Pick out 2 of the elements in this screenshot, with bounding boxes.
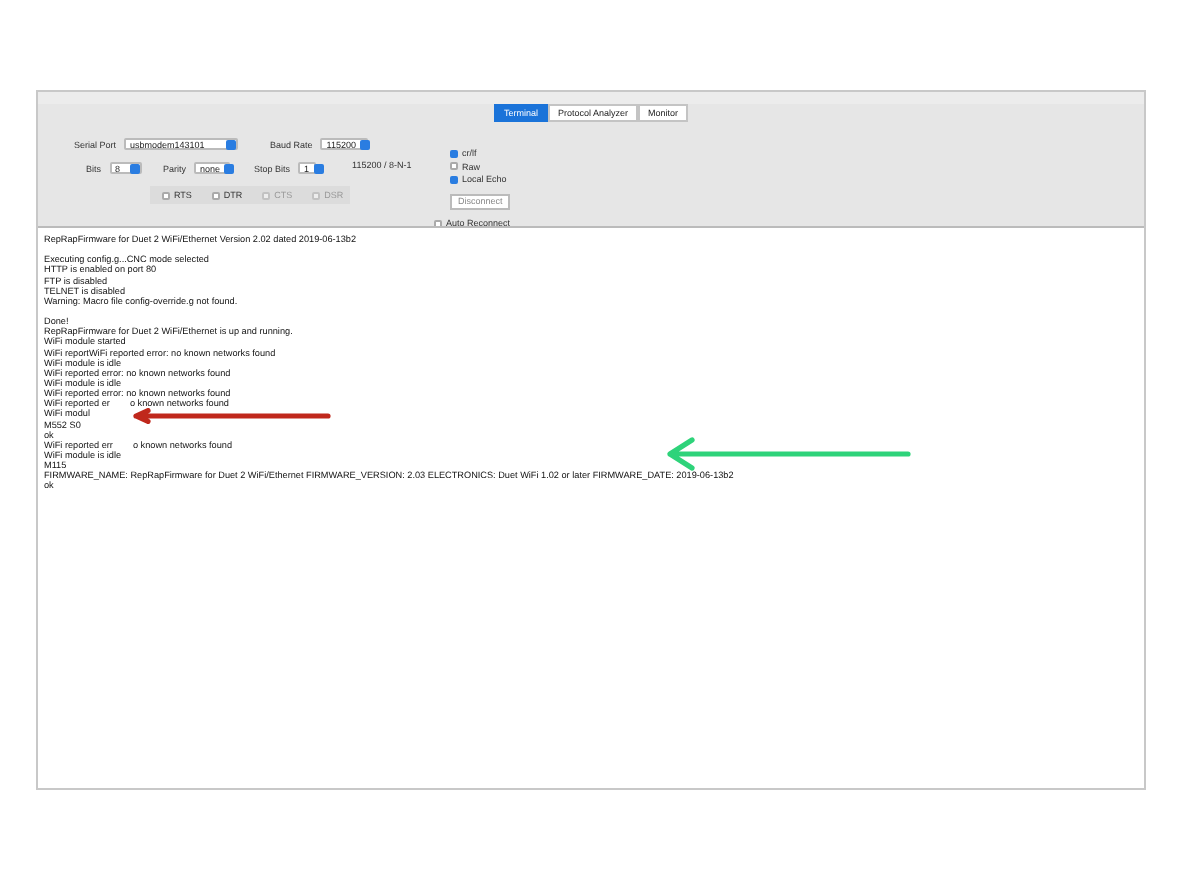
left-arrow-icon (132, 408, 332, 424)
left-arrow-icon (664, 436, 912, 472)
